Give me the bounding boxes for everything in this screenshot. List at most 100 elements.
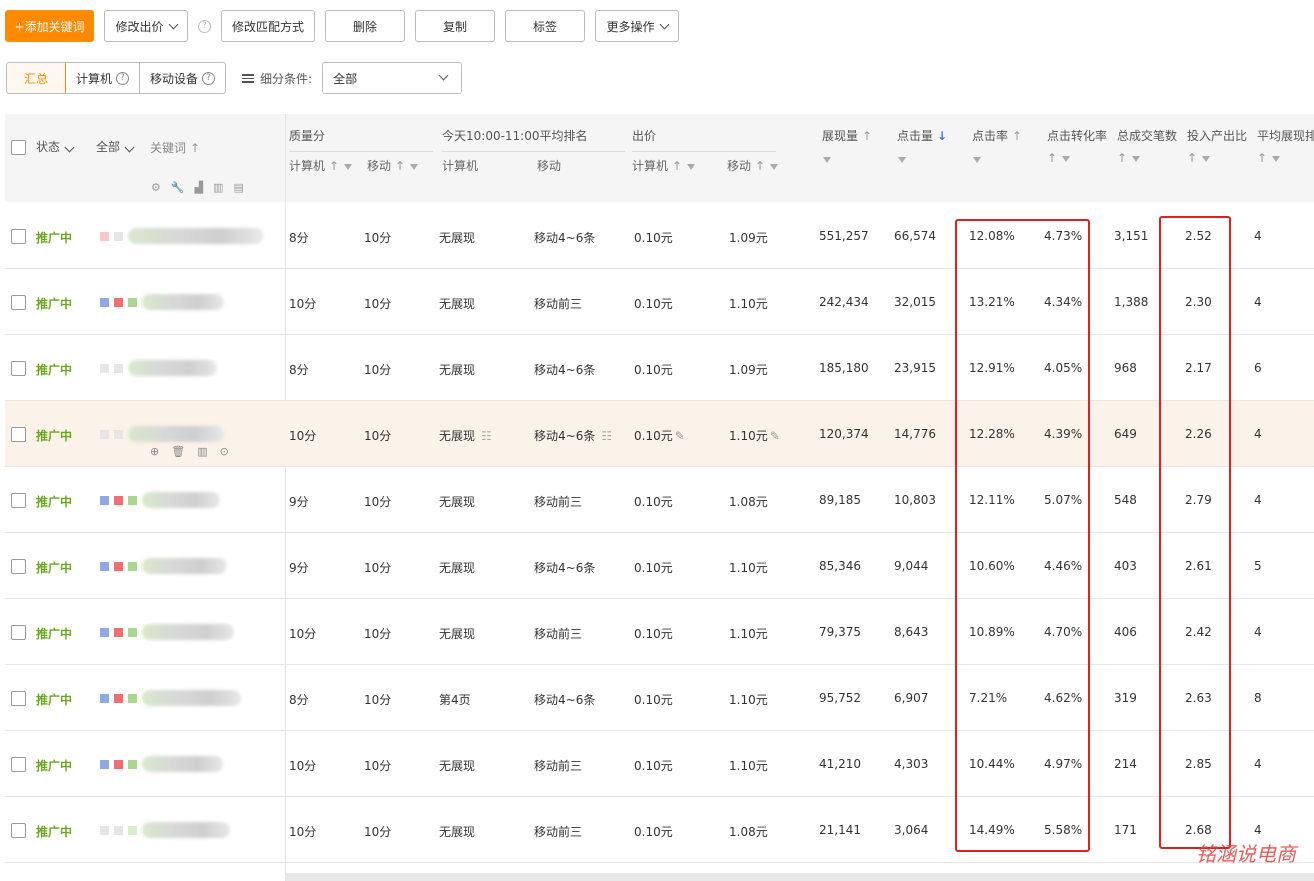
clicks-filter[interactable] xyxy=(898,152,906,166)
tab-computer[interactable]: 计算机 ? xyxy=(66,63,141,93)
table-row[interactable]: 推广中 10分 10分 无展现 移动前三 0.10元 1.10元 79,375 8,643 10.… xyxy=(5,599,1314,665)
clicks-header[interactable]: 点击量 ↓ xyxy=(897,127,947,144)
ctr-filter[interactable] xyxy=(973,152,981,166)
tab-summary[interactable]: 汇总 xyxy=(7,63,66,93)
keyword-cell[interactable] xyxy=(100,489,220,511)
table-row[interactable]: 推广中 8分 10分 无展现 移动4~6条 0.10元 1.09元 185,180 23,915… xyxy=(5,335,1314,401)
more-icon[interactable]: ⊙ xyxy=(220,445,229,458)
modify-match-button[interactable]: 修改匹配方式 xyxy=(221,10,315,42)
keyword-cell[interactable] xyxy=(100,225,263,247)
bid-mobile-cell[interactable]: 1.09元 xyxy=(729,361,768,378)
row-checkbox[interactable] xyxy=(11,757,26,772)
filter-icon[interactable] xyxy=(823,156,831,163)
table-row[interactable]: 推广中 10分 10分 无展现 移动前三 0.10元 1.10元 242,434 32,015 1… xyxy=(5,269,1314,335)
quality-mobile-header[interactable]: 移动 ↑ xyxy=(367,157,419,174)
signal-icon[interactable]: ▟ xyxy=(195,181,203,194)
help-icon[interactable]: ? xyxy=(202,71,216,85)
impressions-header[interactable]: 展现量 ↑ xyxy=(822,127,872,144)
bid-mobile-cell[interactable]: 1.10元 xyxy=(729,625,768,642)
keyword-cell[interactable] xyxy=(100,291,224,313)
bid-mobile-cell[interactable]: 1.08元 xyxy=(729,823,768,840)
sort-up-icon[interactable]: ↑ xyxy=(1012,129,1022,143)
filter-icon[interactable] xyxy=(770,163,779,170)
table-row[interactable]: 推广中 10分 10分 无展现 移动前三 0.10元 1.08元 21,141 3,064 14.… xyxy=(5,797,1314,863)
bid-pc-cell[interactable]: 0.10元 xyxy=(634,229,673,246)
bid-pc-cell[interactable]: 0.10元 xyxy=(634,757,673,774)
keyword-cell[interactable] xyxy=(100,357,217,379)
bid-pc-cell[interactable]: 0.10元 xyxy=(634,625,673,642)
edit-pencil-icon[interactable]: ✎ xyxy=(675,429,685,443)
row-checkbox[interactable] xyxy=(11,625,26,640)
help-icon[interactable]: ? xyxy=(198,19,211,33)
filter-icon[interactable] xyxy=(1132,155,1141,162)
horizontal-scrollbar[interactable] xyxy=(285,873,1314,881)
table-row[interactable]: 推广中 9分 10分 无展现 移动4~6条 0.10元 1.10元 85,346 9,044 10… xyxy=(5,533,1314,599)
select-all-checkbox[interactable] xyxy=(11,140,26,155)
sort-up-icon[interactable]: ↑ xyxy=(1257,151,1267,165)
keyword-cell[interactable] xyxy=(100,687,241,709)
sort-down-icon[interactable]: ↓ xyxy=(937,129,947,143)
filter-icon[interactable] xyxy=(898,156,906,163)
bid-mobile-cell[interactable]: 1.10元 xyxy=(729,691,768,708)
keyword-cell[interactable] xyxy=(100,423,224,445)
sort-up-icon[interactable]: ↑ xyxy=(329,159,339,173)
modify-bid-dropdown[interactable]: 修改出价 xyxy=(104,10,188,42)
trash-icon[interactable]: 🗑 xyxy=(171,445,185,458)
bid-mobile-cell[interactable]: 1.08元 xyxy=(729,493,768,510)
sort-up-icon[interactable]: ↑ xyxy=(755,159,765,173)
delete-button[interactable]: 删除 xyxy=(325,10,405,42)
bid-mobile-header[interactable]: 移动 ↑ xyxy=(727,157,779,174)
tab-mobile[interactable]: 移动设备 ? xyxy=(140,63,225,93)
filter-icon[interactable] xyxy=(410,163,419,170)
target-icon[interactable]: ⊕ xyxy=(150,445,159,458)
bid-pc-cell[interactable]: 0.10元 xyxy=(634,559,673,576)
bar-chart-icon[interactable]: ▥ xyxy=(197,445,207,458)
table-row[interactable]: 推广中 8分 10分 无展现 移动4~6条 0.10元 1.09元 551,257 66,574… xyxy=(5,203,1314,269)
table-row[interactable]: 推广中 ⊕ 🗑 ▥ ⊙ 10分 10分 无展现 ☷ 移动4~6条 ☷ 0.10元 ✎ 1.10元 ✎ 120,… xyxy=(5,401,1314,467)
impressions-filter[interactable] xyxy=(823,152,831,166)
row-checkbox[interactable] xyxy=(11,493,26,508)
edit-pencil-icon[interactable]: ✎ xyxy=(770,429,780,443)
keyword-cell[interactable] xyxy=(100,819,230,841)
bid-pc-cell[interactable]: 0.10元 xyxy=(634,493,673,510)
filter-icon[interactable] xyxy=(973,156,981,163)
bar-chart-icon[interactable]: ▥ xyxy=(213,181,223,194)
row-checkbox[interactable] xyxy=(11,823,26,838)
bid-mobile-cell[interactable]: 1.10元 xyxy=(729,559,768,576)
table-row[interactable]: 推广中 8分 10分 第4页 移动4~6条 0.10元 1.10元 95,752 6,907 7.… xyxy=(5,665,1314,731)
sort-up-icon[interactable]: ↑ xyxy=(1047,151,1057,165)
row-checkbox[interactable] xyxy=(11,229,26,244)
table-row[interactable]: 推广中 10分 10分 无展现 移动前三 0.10元 1.10元 41,210 4,303 10.… xyxy=(5,731,1314,797)
bid-pc-header[interactable]: 计算机 ↑ xyxy=(632,157,696,174)
status-header[interactable]: 状态 xyxy=(36,138,75,155)
bid-pc-cell[interactable]: 0.10元 xyxy=(634,823,673,840)
add-keyword-button[interactable]: +添加关键词 xyxy=(5,10,94,42)
filter-icon[interactable] xyxy=(1272,155,1281,162)
filter-icon[interactable] xyxy=(1202,155,1211,162)
tag-button[interactable]: 标签 xyxy=(505,10,585,42)
quality-pc-header[interactable]: 计算机 ↑ xyxy=(289,157,353,174)
more-ops-dropdown[interactable]: 更多操作 xyxy=(595,10,679,42)
bid-pc-cell[interactable]: 0.10元 ✎ xyxy=(634,427,685,444)
orders-sort[interactable]: ↑ xyxy=(1117,151,1141,165)
row-checkbox[interactable] xyxy=(11,427,26,442)
sort-up-icon[interactable]: ↑ xyxy=(862,129,872,143)
clipboard-icon[interactable]: ▤ xyxy=(233,181,243,194)
row-checkbox[interactable] xyxy=(11,559,26,574)
ctr-header[interactable]: 点击率 ↑ xyxy=(972,127,1022,144)
bid-pc-cell[interactable]: 0.10元 xyxy=(634,295,673,312)
bid-pc-cell[interactable]: 0.10元 xyxy=(634,361,673,378)
bid-mobile-cell[interactable]: 1.09元 xyxy=(729,229,768,246)
keyword-header[interactable]: 关键词 ↑ xyxy=(150,139,200,156)
sort-up-icon[interactable]: ↑ xyxy=(190,141,200,155)
row-checkbox[interactable] xyxy=(11,361,26,376)
keyword-cell[interactable] xyxy=(100,621,234,643)
table-row[interactable]: 推广中 9分 10分 无展现 移动前三 0.10元 1.08元 89,185 10,803 12.… xyxy=(5,467,1314,533)
filter-icon[interactable] xyxy=(1062,155,1071,162)
keyword-cell[interactable] xyxy=(100,753,223,775)
row-checkbox[interactable] xyxy=(11,295,26,310)
all-filter-header[interactable]: 全部 xyxy=(96,138,135,155)
avg-rank-sort[interactable]: ↑ xyxy=(1257,151,1281,165)
rank-detail-icon[interactable]: ☷ xyxy=(601,429,612,443)
bid-mobile-cell[interactable]: 1.10元 xyxy=(729,295,768,312)
